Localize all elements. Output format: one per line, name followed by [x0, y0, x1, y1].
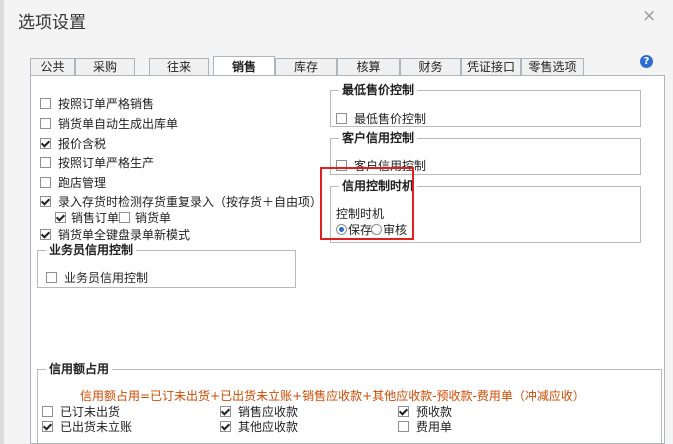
group-title: 业务员信用控制	[46, 243, 137, 257]
checkbox[interactable]	[119, 212, 130, 223]
tab-retail-options[interactable]: 零售选项	[521, 58, 584, 75]
checkbox[interactable]	[220, 406, 231, 417]
group-title: 客户信用控制	[339, 131, 418, 145]
group-title: 信用额占用	[46, 362, 113, 376]
checkbox[interactable]	[398, 406, 409, 417]
checkbox[interactable]	[336, 113, 347, 124]
tab-finance[interactable]: 财务	[400, 58, 461, 75]
option-min-price-control[interactable]: 最低售价控制	[336, 110, 426, 127]
tab-voucher-interface[interactable]: 凭证接口	[461, 58, 521, 75]
checkbox[interactable]	[40, 98, 51, 109]
option-other-receivable[interactable]: 其他应收款	[220, 418, 298, 435]
option-quote-tax-included[interactable]: 报价含税	[40, 135, 106, 152]
group-title: 最低售价控制	[339, 83, 418, 97]
checkbox[interactable]	[40, 157, 51, 168]
highlight-box	[320, 167, 414, 240]
checkbox[interactable]	[40, 229, 51, 240]
checkbox[interactable]	[40, 138, 51, 149]
checkbox[interactable]	[55, 212, 66, 223]
checkbox[interactable]	[398, 421, 409, 432]
credit-formula: 信用额占用=已订未出货+已出货未立账+销售应收款+其他应收款-预收款-费用单（冲…	[80, 389, 585, 403]
tab-contacts[interactable]: 往来	[149, 58, 209, 75]
close-icon[interactable]: ×	[642, 6, 656, 26]
checkbox[interactable]	[42, 421, 53, 432]
option-store-visit-mgmt[interactable]: 跑店管理	[40, 174, 106, 191]
option-shipped-not-billed[interactable]: 已出货未立账	[42, 418, 132, 435]
dialog-title: 选项设置	[18, 13, 86, 33]
window-edge	[0, 0, 4, 444]
option-sub-sales-order[interactable]: 销售订单	[55, 209, 119, 226]
option-salesman-credit[interactable]: 业务员信用控制	[46, 269, 148, 286]
tab-accounting[interactable]: 核算	[337, 58, 400, 75]
checkbox[interactable]	[40, 196, 51, 207]
tab-sales[interactable]: 销售	[213, 56, 275, 76]
checkbox[interactable]	[40, 177, 51, 188]
option-strict-order-production[interactable]: 按照订单严格生产	[40, 154, 154, 171]
option-duplicate-inventory-check[interactable]: 录入存货时检测存货重复录入（按存货＋自由项）	[40, 193, 322, 210]
option-auto-outbound[interactable]: 销货单自动生成出库单	[40, 115, 178, 132]
tab-purchase[interactable]: 采购	[75, 58, 135, 75]
checkbox[interactable]	[220, 421, 231, 432]
checkbox[interactable]	[46, 272, 57, 283]
option-strict-order-sales[interactable]: 按照订单严格销售	[40, 95, 154, 112]
help-icon[interactable]: ?	[640, 55, 653, 68]
checkbox[interactable]	[42, 406, 53, 417]
option-expense-bill[interactable]: 费用单	[398, 418, 452, 435]
option-sub-sales-invoice[interactable]: 销货单	[119, 209, 171, 226]
checkbox[interactable]	[40, 118, 51, 129]
tab-inventory[interactable]: 库存	[275, 58, 337, 75]
tab-public[interactable]: 公共	[30, 58, 75, 75]
option-full-keyboard-mode[interactable]: 销货单全键盘录单新模式	[40, 226, 190, 243]
